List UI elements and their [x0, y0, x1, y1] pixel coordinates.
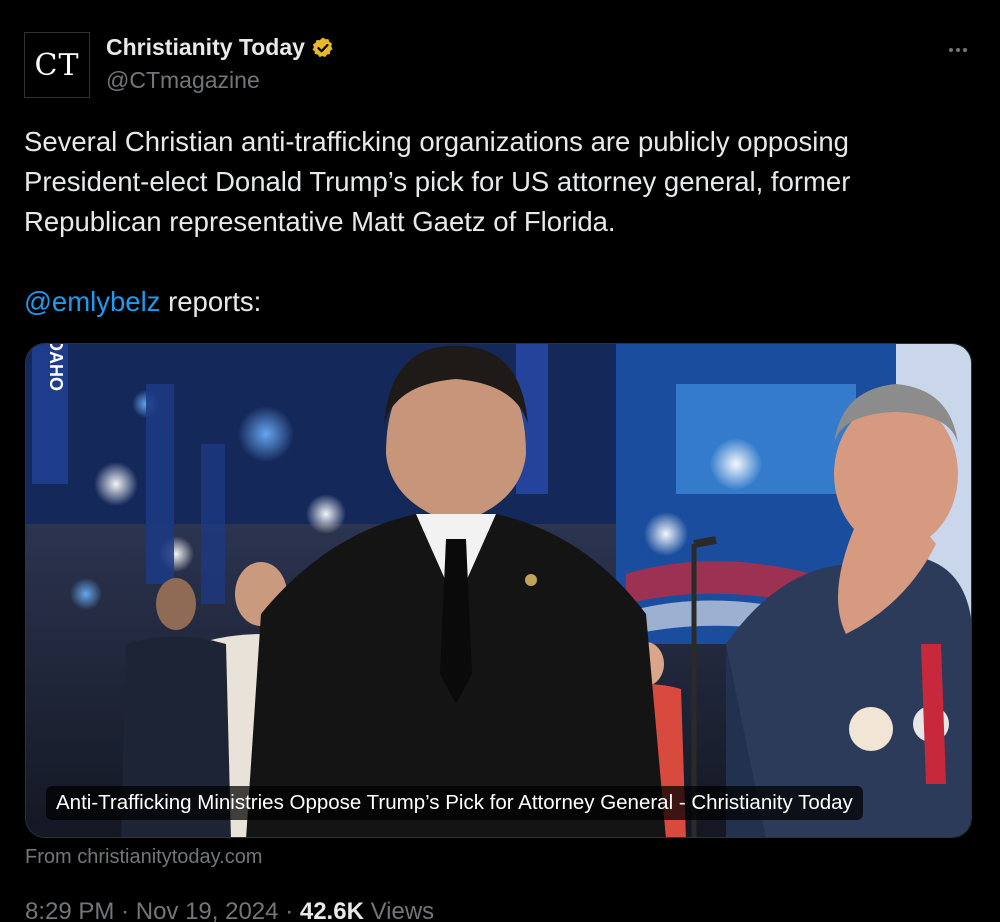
reports-line: @emlybelz reports:	[24, 282, 261, 322]
tweet-date[interactable]: Nov 19, 2024	[136, 898, 279, 922]
card-photo: IDAHO	[26, 344, 971, 837]
display-name[interactable]: Christianity Today	[106, 34, 305, 61]
tweet-time[interactable]: 8:29 PM	[25, 898, 114, 922]
meta-separator: ·	[121, 898, 130, 922]
reports-suffix: reports:	[160, 286, 262, 317]
tweet-line: Several Christian anti-trafficking organ…	[24, 126, 849, 157]
meta-separator: ·	[285, 898, 294, 922]
handle[interactable]: @CTmagazine	[106, 67, 335, 94]
mention-link[interactable]: @emlybelz	[24, 286, 160, 317]
card-title[interactable]: Anti-Trafficking Ministries Oppose Trump…	[46, 786, 863, 820]
tweet-line: President-elect Donald Trump’s pick for …	[24, 166, 851, 197]
views-label: Views	[370, 898, 435, 922]
avatar[interactable]: CT	[24, 32, 90, 98]
display-name-row: Christianity Today	[106, 34, 335, 61]
state-banner-text: IDAHO	[46, 344, 66, 391]
card-source[interactable]: From christianitytoday.com	[25, 846, 262, 869]
views-count[interactable]: 42.6K	[300, 898, 364, 922]
tweet-meta: 8:29 PM · Nov 19, 2024 · 42.6K Views	[25, 898, 434, 922]
tweet-text: Several Christian anti-trafficking organ…	[24, 122, 974, 242]
tweet-header: CT Christianity Today @CTmagazine	[24, 30, 976, 100]
more-horizontal-icon[interactable]	[944, 36, 972, 64]
link-card[interactable]: IDAHO Anti-Trafficking Ministries Oppose…	[25, 343, 972, 838]
verified-badge-icon[interactable]	[311, 36, 335, 60]
tweet-line: Republican representative Matt Gaetz of …	[24, 206, 616, 237]
author-names: Christianity Today @CTmagazine	[106, 34, 335, 94]
